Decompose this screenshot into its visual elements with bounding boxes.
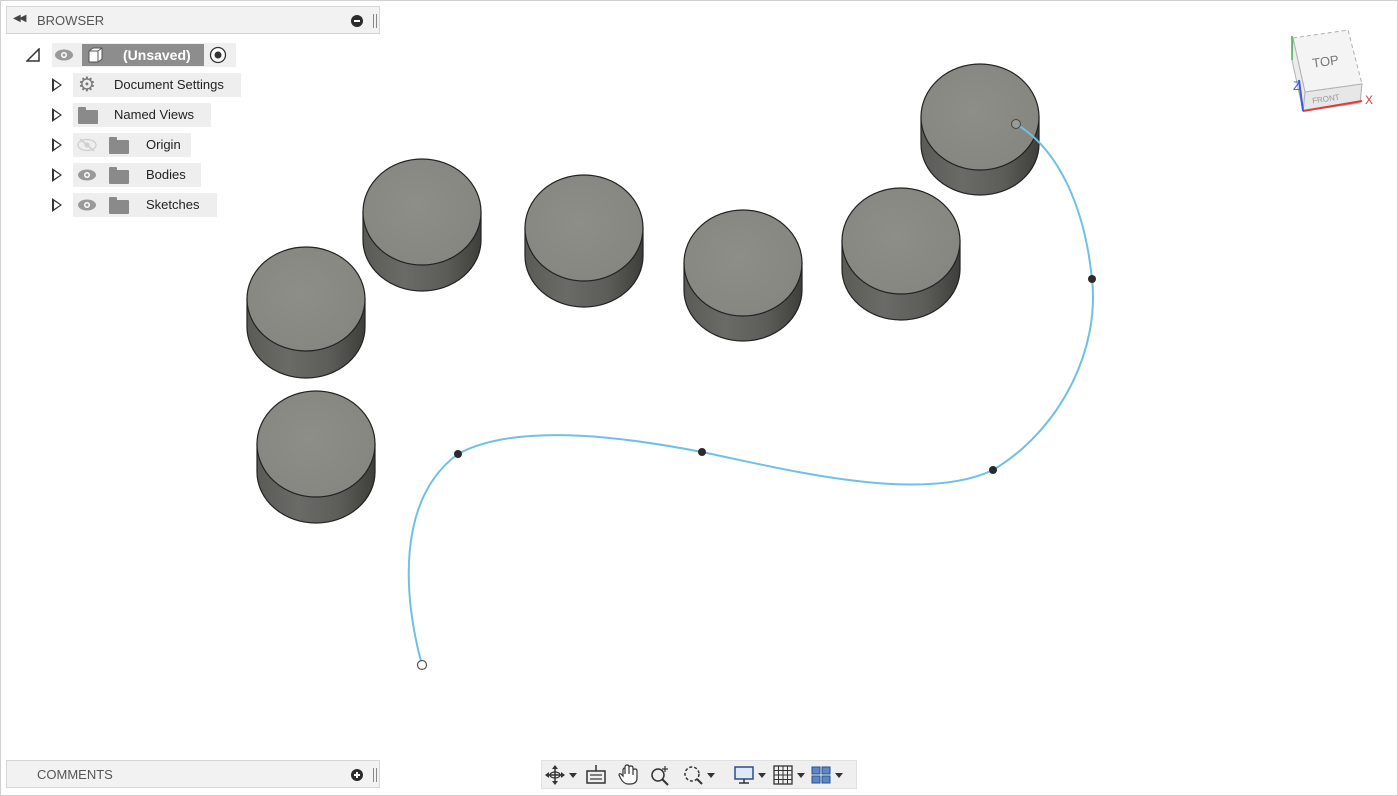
zoom-icon [651, 766, 669, 786]
dropdown-caret-icon[interactable] [835, 772, 843, 778]
viewcube[interactable]: TOP FRONT X Z [1291, 29, 1373, 112]
zoom-fit-icon [684, 766, 703, 785]
tree-item-label: Document Settings [114, 77, 224, 92]
activate-radio-icon[interactable] [209, 46, 227, 64]
tree-item-label: Sketches [146, 197, 200, 212]
axis-x-label: X [1365, 93, 1373, 107]
tree-item-named-views[interactable]: Named Views [50, 103, 212, 127]
comments-title: COMMENTS [37, 767, 113, 782]
spline-point[interactable] [454, 450, 462, 458]
body-cylinder[interactable] [362, 158, 482, 292]
component-chip[interactable]: (Unsaved) [82, 44, 204, 66]
eye-icon[interactable] [77, 198, 97, 212]
dropdown-caret-icon[interactable] [707, 772, 715, 778]
spline-point[interactable] [989, 466, 997, 474]
viewports-icon [811, 766, 831, 784]
expand-arrow-icon[interactable] [52, 168, 62, 182]
tree-item-label: Bodies [146, 167, 186, 182]
folder-icon [109, 197, 129, 214]
panel-grip-icon[interactable] [373, 768, 377, 782]
spline-endpoint[interactable] [1011, 119, 1021, 129]
body-cylinder[interactable] [246, 246, 366, 379]
dropdown-caret-icon[interactable] [569, 772, 577, 778]
sketch-spline[interactable] [407, 123, 1094, 666]
body-cylinder[interactable] [841, 187, 961, 321]
eye-hidden-icon[interactable] [77, 138, 97, 152]
body-cylinder[interactable] [683, 209, 803, 342]
spline-point[interactable] [698, 448, 706, 456]
spline-endpoint[interactable] [416, 659, 428, 671]
root-label: (Unsaved) [123, 47, 191, 63]
browser-panel-header: ◀◀ BROWSER [6, 6, 380, 34]
body-cylinder[interactable] [256, 390, 376, 524]
pan-hand-icon [618, 764, 638, 785]
expand-arrow-icon[interactable] [52, 198, 62, 212]
tree-item-bodies[interactable]: Bodies [50, 163, 202, 187]
tree-root[interactable]: (Unsaved) [26, 43, 241, 67]
viewports-button[interactable] [810, 764, 843, 786]
expand-arrow-icon[interactable] [52, 108, 62, 122]
display-settings-icon [734, 766, 754, 784]
folder-icon [78, 107, 98, 124]
component-icon [88, 47, 103, 63]
comments-panel-header[interactable]: COMMENTS [6, 760, 380, 788]
collapse-panel-icon[interactable]: ◀◀ [13, 13, 29, 27]
eye-icon[interactable] [77, 168, 97, 182]
add-comment-icon[interactable] [351, 769, 363, 781]
spline-point[interactable] [1088, 275, 1096, 283]
tree-item-sketches[interactable]: Sketches [50, 193, 217, 217]
look-at-button[interactable] [585, 764, 607, 786]
panel-grip-icon[interactable] [373, 14, 377, 28]
axis-z-label: Z [1293, 79, 1300, 93]
folder-icon [109, 167, 129, 184]
minimize-icon[interactable] [351, 15, 363, 27]
eye-icon[interactable] [54, 48, 74, 62]
look-at-icon [586, 765, 606, 784]
grid-icon [773, 765, 793, 785]
folder-icon [109, 137, 129, 154]
tree-item-origin[interactable]: Origin [50, 133, 192, 157]
expanded-triangle-icon[interactable] [26, 48, 40, 62]
tree-item-label: Origin [146, 137, 181, 152]
tree-item-label: Named Views [114, 107, 194, 122]
pan-button[interactable] [617, 764, 639, 786]
display-settings-button[interactable] [733, 764, 766, 786]
body-cylinder[interactable] [524, 174, 644, 308]
zoom-button[interactable] [649, 764, 671, 786]
gear-icon: ⚙ [78, 74, 96, 96]
grid-button[interactable] [772, 764, 805, 786]
dropdown-caret-icon[interactable] [797, 772, 805, 778]
dropdown-caret-icon[interactable] [758, 772, 766, 778]
body-cylinder[interactable] [920, 63, 1040, 196]
expand-arrow-icon[interactable] [52, 78, 62, 92]
navigation-toolbar [541, 760, 857, 789]
browser-title: BROWSER [37, 13, 105, 28]
orbit-button[interactable] [544, 764, 577, 786]
expand-arrow-icon[interactable] [52, 138, 62, 152]
tree-item-document-settings[interactable]: ⚙ Document Settings [50, 73, 241, 97]
orbit-icon [545, 765, 565, 785]
fit-button[interactable] [682, 764, 715, 786]
